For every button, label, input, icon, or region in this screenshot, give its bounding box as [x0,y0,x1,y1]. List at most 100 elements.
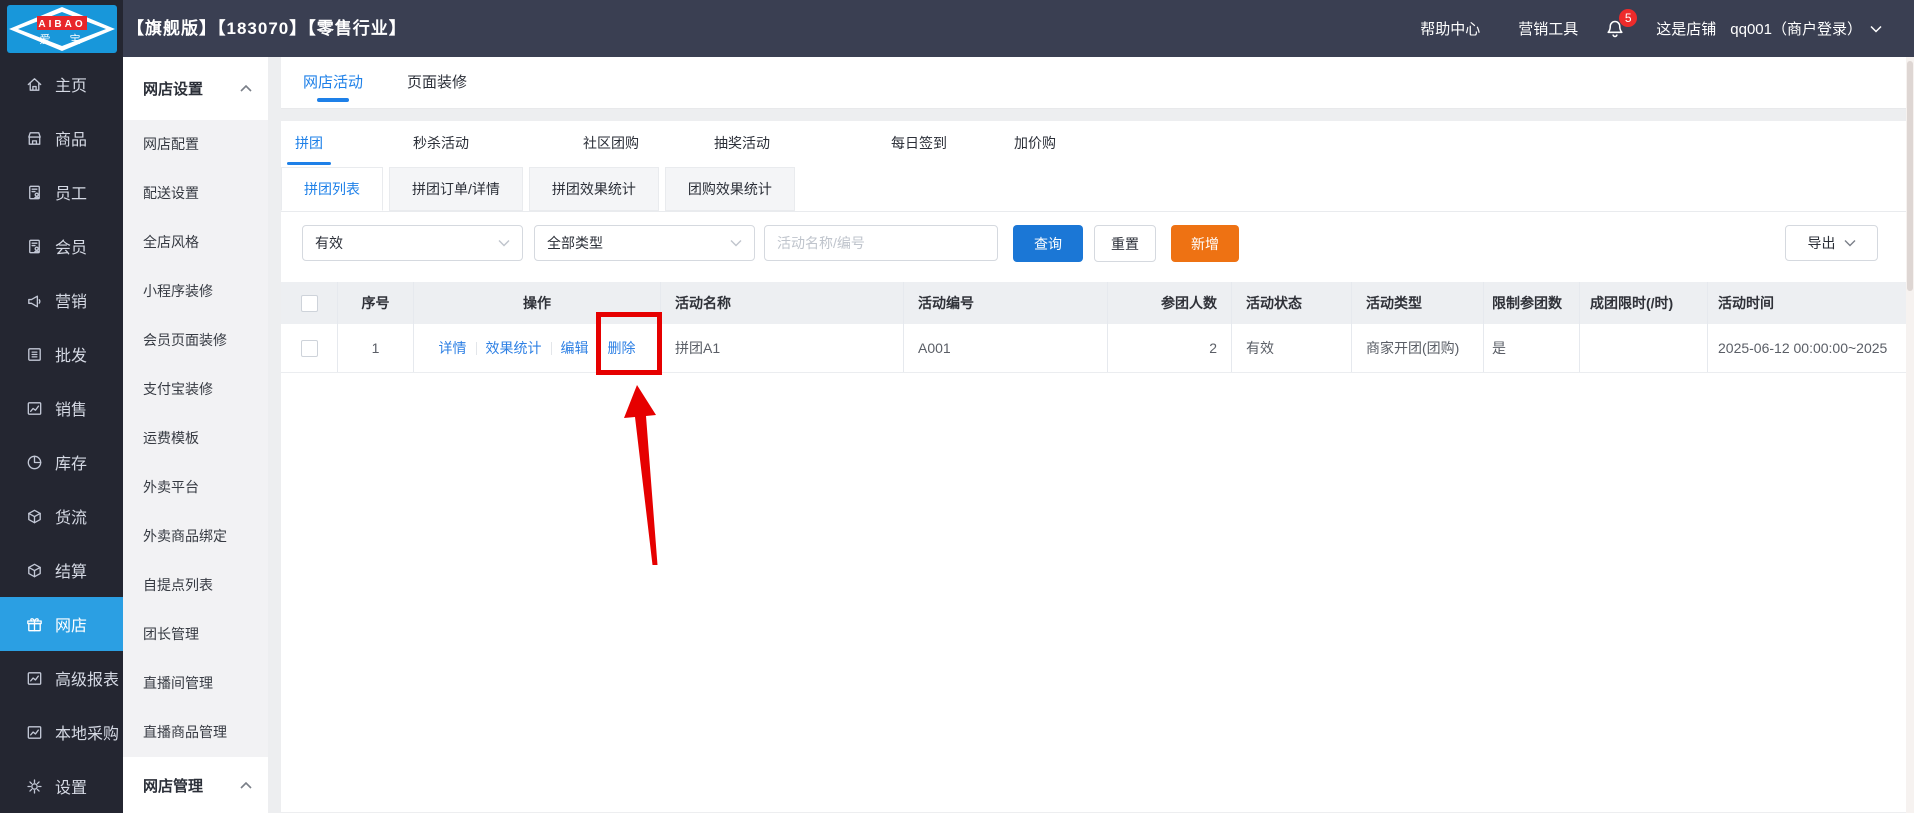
subsidebar-item-live-room[interactable]: 直播间管理 [123,659,268,708]
box-icon [28,563,41,577]
status-select-value: 有效 [315,235,343,251]
page-title: 【旗舰版】【183070】【零售行业】 [127,19,407,38]
subsidebar-item-member-page-decor[interactable]: 会员页面装修 [123,316,268,365]
subsidebar-item-takeout-platform[interactable]: 外卖平台 [123,463,268,512]
stats-link[interactable]: 效果统计 [486,338,542,358]
subsidebar-item-store-style[interactable]: 全店风格 [123,218,268,267]
sidebar-item-home[interactable]: 主页 [0,57,123,111]
tab-group-list[interactable]: 拼团列表 [281,167,383,211]
scrollbar-thumb[interactable] [1907,61,1913,291]
activity-tabs: 拼团 秒杀活动 社区团购 抽奖活动 每日签到 加价购 [281,121,1914,167]
row-actions: 详情 效果统计 编辑 删除 [414,324,661,372]
col-index: 序号 [338,282,414,324]
gear-icon [27,778,42,794]
sidebar-item-label: 货流 [55,510,88,527]
query-button[interactable]: 查询 [1013,225,1083,262]
tab-group-buy[interactable]: 拼团 [295,121,323,167]
sidebar-item-sales[interactable]: 销售 [0,381,123,435]
add-button[interactable]: 新增 [1171,225,1239,262]
group-buy-sub-tabs: 拼团列表 拼团订单/详情 拼团效果统计 团购效果统计 [281,167,1914,212]
notification-badge: 5 [1619,8,1638,27]
row-group-time-limit [1580,324,1708,372]
tab-page-decor[interactable]: 页面装修 [407,57,467,109]
sidebar-item-goods[interactable]: 商品 [0,111,123,165]
row-activity-time: 2025-06-12 00:00:00~2025 [1718,340,1888,356]
col-limit: 限制参团数 [1484,282,1580,324]
shop-label[interactable]: 这是店铺 [1656,18,1716,39]
detail-link[interactable]: 详情 [439,338,467,358]
chevron-down-icon [498,240,510,247]
tab-store-activity[interactable]: 网店活动 [303,57,363,109]
chevron-up-icon [240,85,252,92]
sidebar-item-marketing[interactable]: 营销 [0,273,123,327]
home-icon [27,77,42,91]
subsidebar-item-group-leader[interactable]: 团长管理 [123,610,268,659]
sidebar-item-label: 高级报表 [55,672,120,689]
store-icon [28,131,41,145]
subsidebar-item-store-config[interactable]: 网店配置 [123,120,268,169]
tab-group-stats[interactable]: 拼团效果统计 [528,167,659,211]
delete-link[interactable]: 删除 [608,338,636,358]
chart-icon [27,401,42,415]
member-doc-icon [29,239,40,253]
sidebar-item-staff[interactable]: 员工 [0,165,123,219]
type-select[interactable]: 全部类型 [534,225,755,261]
sidebar-item-local-purchase[interactable]: 本地采购 [0,705,123,759]
sidebar-item-logistics[interactable]: 货流 [0,489,123,543]
row-participants: 2 [1108,324,1232,372]
subsidebar-item-takeout-goods-bind[interactable]: 外卖商品绑定 [123,512,268,561]
divider-band [281,109,1914,121]
notification-bell[interactable]: 5 [1604,8,1638,41]
tab-groupbuy-stats[interactable]: 团购效果统计 [664,167,795,211]
subsidebar-item-alipay-decor[interactable]: 支付宝装修 [123,365,268,414]
row-index: 1 [338,324,414,372]
subsidebar-item-pickup-points[interactable]: 自提点列表 [123,561,268,610]
trend-icon [27,725,42,739]
edit-link[interactable]: 编辑 [561,338,589,358]
sidebar-item-online-store[interactable]: 网店 [0,597,123,651]
tab-daily-checkin[interactable]: 每日签到 [891,121,947,167]
row-checkbox[interactable] [300,339,318,357]
subsidebar-item-live-goods[interactable]: 直播商品管理 [123,708,268,757]
vertical-scrollbar[interactable] [1906,57,1914,813]
row-checkbox-cell [281,324,338,372]
activity-search-input[interactable] [764,225,998,261]
tab-community-group[interactable]: 社区团购 [583,121,639,167]
op-divider [550,341,552,355]
sidebar-item-members[interactable]: 会员 [0,219,123,273]
chevron-down-icon[interactable] [1870,25,1882,33]
user-menu[interactable]: qq001（商户登录） [1730,18,1862,39]
sidebar-item-settings[interactable]: 设置 [0,759,123,813]
list-icon [28,347,41,361]
export-button[interactable]: 导出 [1785,225,1878,261]
sidebar-item-wholesale[interactable]: 批发 [0,327,123,381]
sidebar-item-label: 销售 [55,402,88,419]
logo-text-cn: 爱 宝 [39,32,88,46]
subsidebar-item-freight-template[interactable]: 运费模板 [123,414,268,463]
top-bar: AIBAO 爱 宝 【旗舰版】【183070】【零售行业】 帮助中心 营销工具 … [0,0,1914,57]
status-select[interactable]: 有效 [302,225,523,261]
sidebar-item-label: 批发 [55,348,88,365]
sidebar-item-label: 设置 [55,780,88,797]
reset-button[interactable]: 重置 [1094,225,1156,262]
section-store-management[interactable]: 网店管理 [123,757,268,813]
tab-flash-sale[interactable]: 秒杀活动 [413,121,469,167]
tab-add-on-purchase[interactable]: 加价购 [1014,121,1056,167]
subsidebar-item-delivery-settings[interactable]: 配送设置 [123,169,268,218]
row-activity-name: 拼团A1 [661,324,904,372]
marketing-tools-link[interactable]: 营销工具 [1518,18,1578,39]
sidebar-item-inventory[interactable]: 库存 [0,435,123,489]
sidebar-item-label: 库存 [55,456,88,473]
topbar-right: 帮助中心 营销工具 5 这是店铺 qq001（商户登录） [1420,0,1882,57]
select-all-checkbox[interactable] [300,294,318,312]
section-store-settings[interactable]: 网店设置 [123,57,268,120]
type-select-value: 全部类型 [547,235,603,251]
help-center-link[interactable]: 帮助中心 [1420,18,1480,39]
sidebar-item-settlement[interactable]: 结算 [0,543,123,597]
tab-lottery[interactable]: 抽奖活动 [714,121,770,167]
tab-group-orders[interactable]: 拼团订单/详情 [389,167,523,211]
subsidebar-item-miniprogram-decor[interactable]: 小程序装修 [123,267,268,316]
chevron-down-icon [730,240,742,247]
sidebar-item-advanced-reports[interactable]: 高级报表 [0,651,123,705]
chevron-down-icon [1844,240,1855,247]
